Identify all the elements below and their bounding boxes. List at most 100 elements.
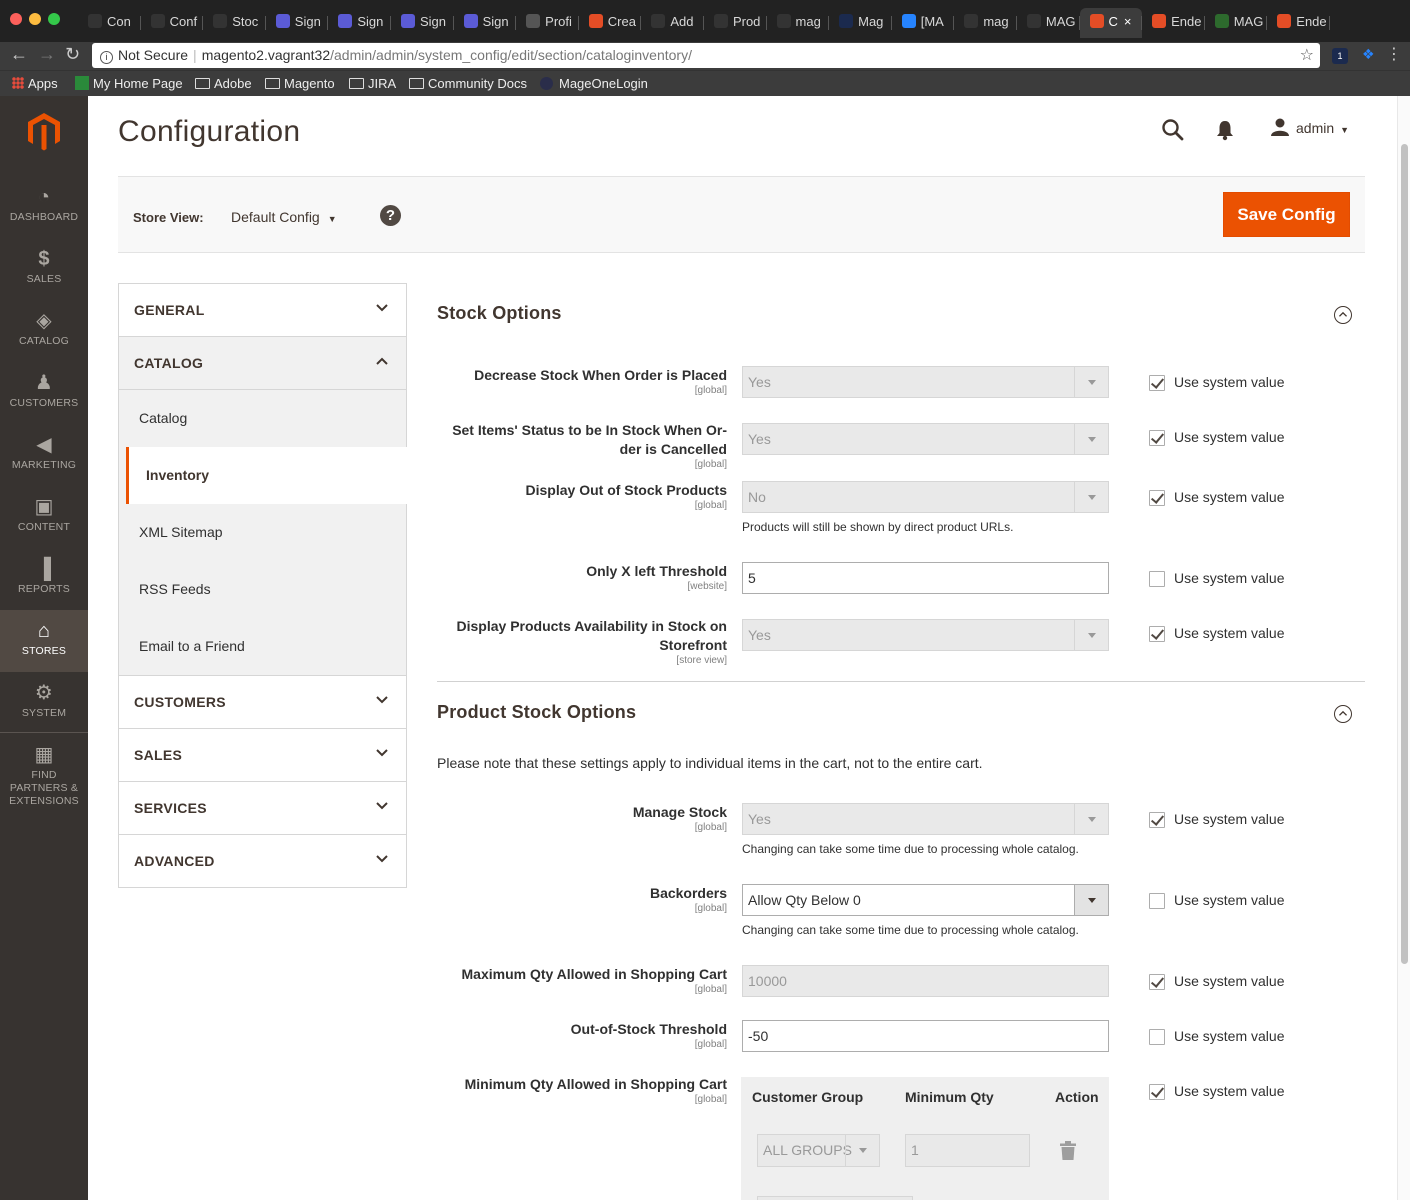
notifications-bell-icon[interactable] xyxy=(1215,119,1235,141)
threshold-input[interactable]: 5 xyxy=(742,562,1109,594)
bookmark-jira[interactable]: JIRA xyxy=(349,76,396,91)
menu-item-marketing[interactable]: ◀ MARKETING xyxy=(0,424,88,486)
browser-tab[interactable]: mag xyxy=(954,8,1017,38)
menu-item-system[interactable]: ⚙ SYSTEM xyxy=(0,672,88,734)
browser-tab[interactable]: Profi xyxy=(516,8,579,38)
bookmark-star-icon[interactable]: ☆ xyxy=(1300,43,1314,68)
menu-item-content[interactable]: ▣ CONTENT xyxy=(0,486,88,548)
reload-icon[interactable]: ↻ xyxy=(65,44,80,65)
config-section-customers[interactable]: CUSTOMERS xyxy=(119,676,406,729)
browser-tab[interactable]: Con xyxy=(78,8,141,38)
config-section-catalog[interactable]: CATALOG xyxy=(119,337,406,390)
bookmark-apps[interactable]: Apps xyxy=(12,76,58,91)
maximize-window-button[interactable] xyxy=(48,13,60,25)
browser-tab[interactable]: Conf xyxy=(141,8,204,38)
close-window-button[interactable] xyxy=(10,13,22,25)
magento-logo-icon[interactable] xyxy=(25,111,63,151)
bookmark-adobe[interactable]: Adobe xyxy=(195,76,252,91)
use-system-value-checkbox[interactable] xyxy=(1149,893,1165,909)
stock-options-title[interactable]: Stock Options xyxy=(437,303,562,324)
collapse-section-icon[interactable] xyxy=(1334,306,1352,324)
minimize-window-button[interactable] xyxy=(29,13,41,25)
use-system-value-label[interactable]: Use system value xyxy=(1174,374,1284,390)
menu-item-stores[interactable]: ⌂ STORES xyxy=(0,610,88,672)
browser-tab[interactable]: Ende xyxy=(1267,8,1330,38)
menu-item-find[interactable]: ▦ FIND PARTNERS & EXTENSIONS xyxy=(0,734,88,807)
use-system-value-checkbox[interactable] xyxy=(1149,430,1165,446)
use-system-value-label[interactable]: Use system value xyxy=(1174,1083,1284,1099)
help-icon[interactable]: ? xyxy=(380,205,401,226)
info-icon[interactable]: i xyxy=(100,51,113,64)
use-system-value-label[interactable]: Use system value xyxy=(1174,429,1284,445)
decrease-stock-select[interactable]: Yes xyxy=(742,366,1109,398)
bookmark-home[interactable]: My Home Page xyxy=(75,76,183,91)
browser-tab[interactable]: Sign xyxy=(328,8,391,38)
url-field[interactable]: i Not Secure | magento2.vagrant32/admin/adm… xyxy=(92,43,1320,68)
collapse-section-icon[interactable] xyxy=(1334,705,1352,723)
menu-item-catalog[interactable]: ◈ CATALOG xyxy=(0,300,88,362)
browser-tab[interactable]: MAG xyxy=(1017,8,1080,38)
use-system-value-label[interactable]: Use system value xyxy=(1174,892,1284,908)
bookmark-community-docs[interactable]: Community Docs xyxy=(409,76,527,91)
jira-extension-icon[interactable]: ❖ xyxy=(1362,46,1375,63)
oos-threshold-input[interactable]: -50 xyxy=(742,1020,1109,1052)
search-icon[interactable] xyxy=(1161,118,1185,142)
use-system-value-label[interactable]: Use system value xyxy=(1174,489,1284,505)
page-scrollbar[interactable] xyxy=(1397,96,1410,1200)
use-system-value-label[interactable]: Use system value xyxy=(1174,973,1284,989)
admin-user-menu[interactable]: admin ▼ xyxy=(1270,118,1349,136)
use-system-value-label[interactable]: Use system value xyxy=(1174,625,1284,641)
display-oos-select[interactable]: No xyxy=(742,481,1109,513)
browser-tab[interactable]: Mag xyxy=(829,8,892,38)
use-system-value-checkbox[interactable] xyxy=(1149,490,1165,506)
browser-menu-icon[interactable]: ⋮ xyxy=(1386,44,1402,64)
use-system-value-checkbox[interactable] xyxy=(1149,626,1165,642)
use-system-value-checkbox[interactable] xyxy=(1149,974,1165,990)
browser-tab[interactable]: C × xyxy=(1079,8,1143,38)
backorders-select[interactable]: Allow Qty Below 0 xyxy=(742,884,1109,916)
scrollbar-thumb[interactable] xyxy=(1401,144,1408,964)
config-section-sales[interactable]: SALES xyxy=(119,729,406,782)
browser-tab[interactable]: Sign xyxy=(391,8,454,38)
store-view-switcher[interactable]: Default Config ▼ xyxy=(231,209,337,225)
extension-icon[interactable]: 1 xyxy=(1332,48,1348,64)
availability-select[interactable]: Yes xyxy=(742,619,1109,651)
use-system-value-checkbox[interactable] xyxy=(1149,375,1165,391)
menu-item-sales[interactable]: $ SALES xyxy=(0,238,88,300)
use-system-value-checkbox[interactable] xyxy=(1149,571,1165,587)
config-section-services[interactable]: SERVICES xyxy=(119,782,406,835)
bookmark-mageone[interactable]: MageOneLogin xyxy=(540,76,648,91)
browser-tab[interactable]: Stoc xyxy=(203,8,266,38)
config-item-catalog[interactable]: Catalog xyxy=(119,390,406,447)
browser-tab[interactable]: Prod xyxy=(704,8,767,38)
browser-tab[interactable]: MAG xyxy=(1205,8,1268,38)
next-row-select[interactable] xyxy=(757,1196,913,1200)
use-system-value-label[interactable]: Use system value xyxy=(1174,811,1284,827)
use-system-value-label[interactable]: Use system value xyxy=(1174,570,1284,586)
config-item-rss-feeds[interactable]: RSS Feeds xyxy=(119,561,406,618)
browser-tab[interactable]: Crea xyxy=(579,8,642,38)
set-status-select[interactable]: Yes xyxy=(742,423,1109,455)
bookmark-magento[interactable]: Magento xyxy=(265,76,335,91)
config-section-advanced[interactable]: ADVANCED xyxy=(119,835,406,888)
max-qty-input[interactable]: 10000 xyxy=(742,965,1109,997)
save-config-button[interactable]: Save Config xyxy=(1223,192,1350,237)
menu-item-customers[interactable]: ♟ CUSTOMERS xyxy=(0,362,88,424)
browser-tab[interactable]: Ende xyxy=(1142,8,1205,38)
config-item-inventory[interactable]: Inventory xyxy=(119,447,408,504)
config-section-general[interactable]: GENERAL xyxy=(119,284,406,337)
trash-icon[interactable] xyxy=(1060,1141,1076,1160)
menu-item-reports[interactable]: ▐ REPORTS xyxy=(0,548,88,610)
use-system-value-checkbox[interactable] xyxy=(1149,812,1165,828)
product-stock-options-title[interactable]: Product Stock Options xyxy=(437,702,636,723)
config-item-xml-sitemap[interactable]: XML Sitemap xyxy=(119,504,406,561)
back-icon[interactable]: ← xyxy=(10,44,28,65)
browser-tab[interactable]: Sign xyxy=(454,8,517,38)
browser-tab[interactable]: mag xyxy=(767,8,830,38)
config-item-email-to-friend[interactable]: Email to a Friend xyxy=(119,618,406,676)
close-tab-icon[interactable]: × xyxy=(1124,14,1132,29)
browser-tab[interactable]: Sign xyxy=(266,8,329,38)
use-system-value-label[interactable]: Use system value xyxy=(1174,1028,1284,1044)
menu-item-dashboard[interactable]: ◔ DASHBOARD xyxy=(0,176,88,238)
customer-group-select[interactable]: ALL GROUPS xyxy=(757,1134,880,1167)
